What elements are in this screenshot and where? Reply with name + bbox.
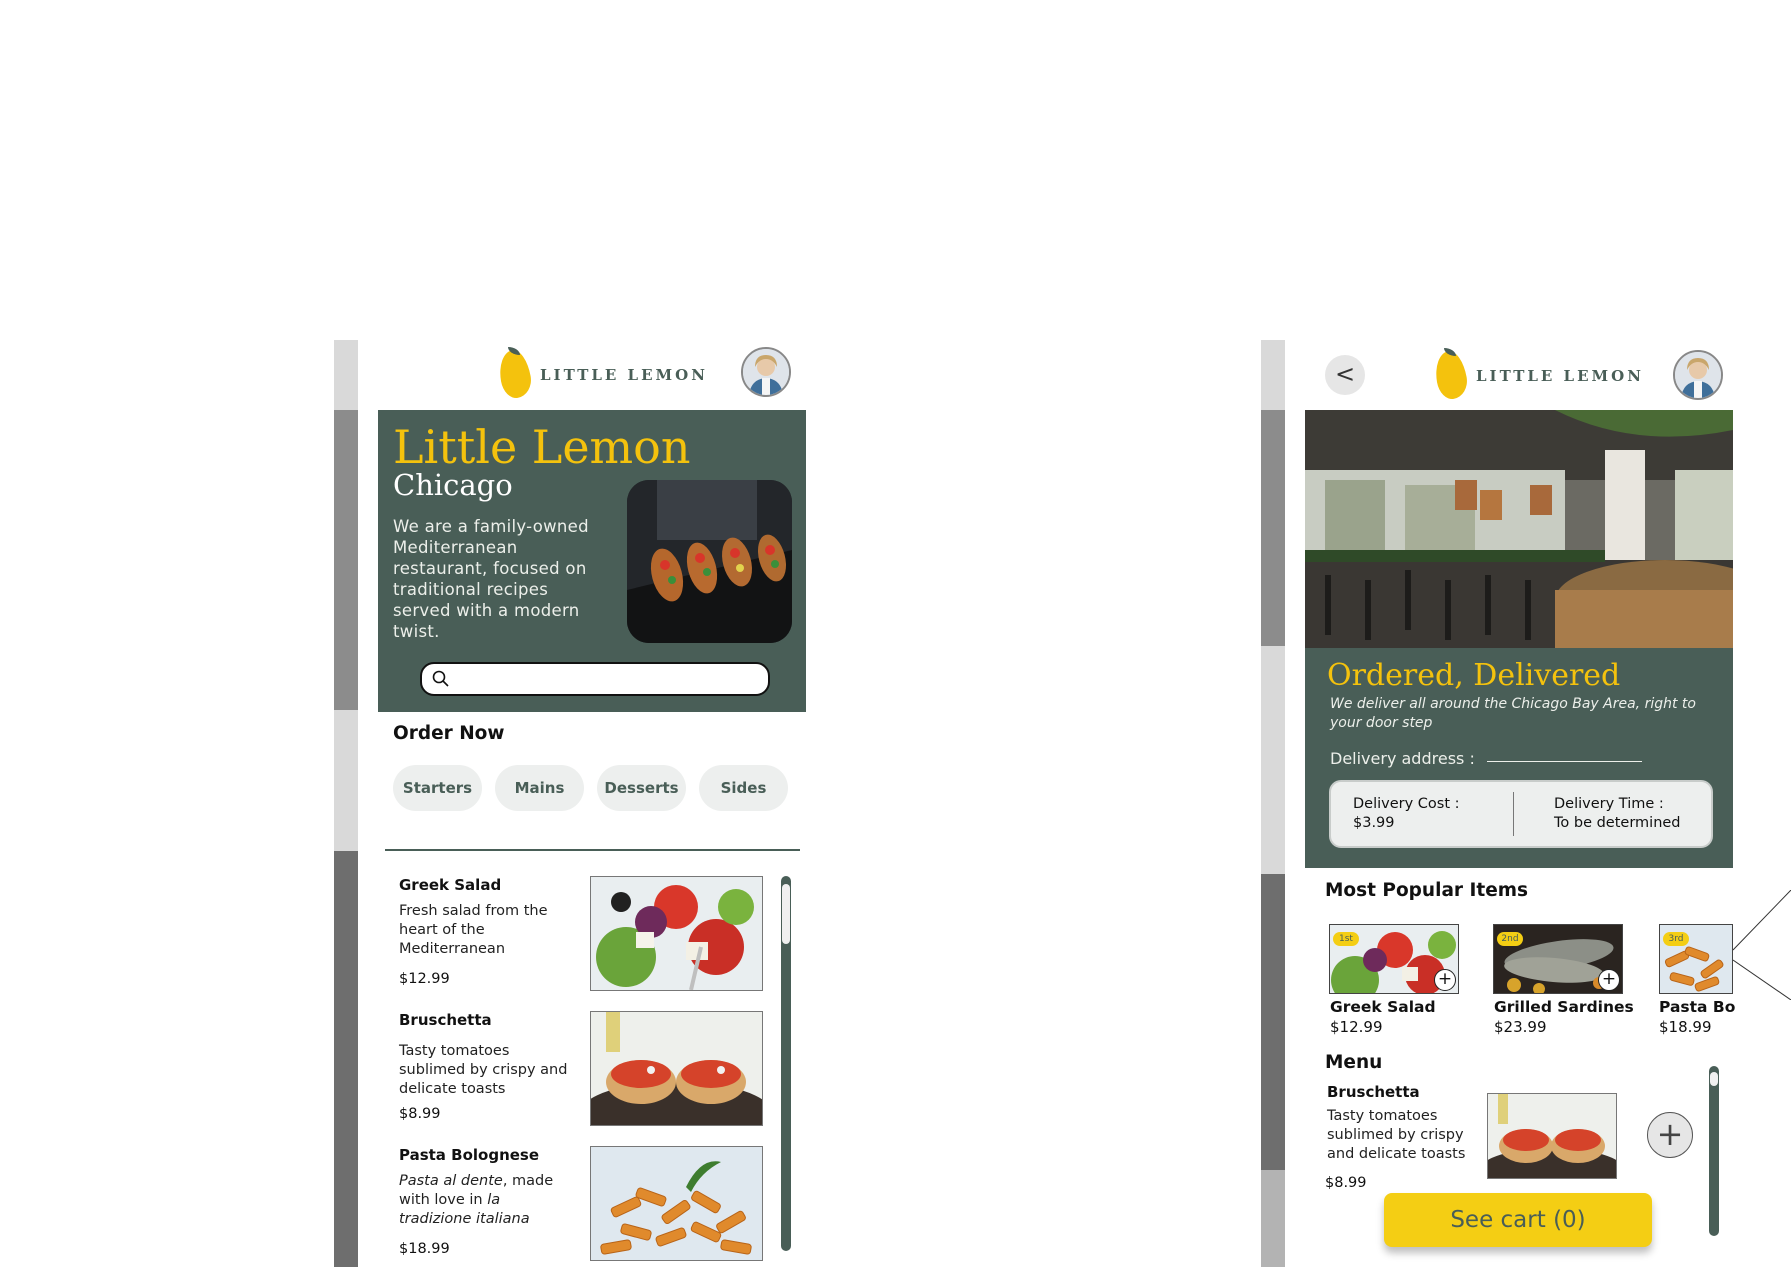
- profile-avatar[interactable]: [1673, 350, 1723, 400]
- add-item-button[interactable]: +: [1598, 969, 1620, 991]
- category-sides-button[interactable]: Sides: [699, 765, 788, 811]
- category-mains-button[interactable]: Mains: [495, 765, 584, 811]
- bruschetta-image: [590, 1011, 763, 1126]
- logo-text: LITTLE LEMON: [540, 366, 708, 384]
- hero-title: Ordered, Delivered: [1327, 658, 1621, 693]
- delivery-info-card: Delivery Cost : $3.99 Delivery Time : To…: [1329, 780, 1713, 848]
- left-hero-banner: Little Lemon Chicago We are a family-own…: [378, 410, 806, 712]
- left-side-strip-mid: [334, 410, 358, 710]
- hero-food-image: [627, 480, 792, 643]
- hero-subtitle: We deliver all around the Chicago Bay Ar…: [1330, 696, 1696, 731]
- item-description-italic: Pasta al dente: [399, 1173, 503, 1189]
- item-description: Fresh salad from the heart of the Medite…: [399, 903, 548, 957]
- pasta-bolognese-image: [590, 1146, 763, 1261]
- chevron-left-icon: <: [1334, 360, 1356, 388]
- right-side-strip-lower: [1261, 646, 1285, 874]
- plus-icon: +: [1437, 969, 1453, 989]
- order-now-heading: Order Now: [393, 723, 505, 744]
- item-description: Pasta al dente, made with love in la tra…: [399, 1172, 574, 1229]
- item-title: Greek Salad: [399, 876, 502, 894]
- hero-title: Little Lemon: [393, 420, 691, 474]
- category-desserts-button[interactable]: Desserts: [597, 765, 686, 811]
- menu-divider: [385, 849, 800, 851]
- popular-item-price: $18.99: [1659, 1018, 1712, 1036]
- left-side-strip-lower: [334, 710, 358, 851]
- most-popular-heading: Most Popular Items: [1325, 880, 1529, 901]
- delivery-time-label: Delivery Time :: [1554, 796, 1664, 812]
- right-side-strip-bottom: [1261, 1170, 1285, 1267]
- item-price: $18.99: [399, 1241, 450, 1257]
- lemon-logo-icon: [496, 347, 534, 401]
- profile-avatar[interactable]: [741, 347, 791, 397]
- menu-scrollbar-thumb[interactable]: [782, 884, 790, 944]
- popular-item-price: $12.99: [1330, 1018, 1383, 1036]
- item-title: Pasta Bolognese: [399, 1146, 540, 1164]
- item-title: Bruschetta: [399, 1011, 492, 1029]
- delivery-address-input[interactable]: [1487, 761, 1642, 762]
- delivery-info-divider: [1513, 792, 1514, 836]
- lemon-logo-icon: [1432, 348, 1470, 402]
- item-price: $8.99: [399, 1106, 441, 1122]
- restaurant-interior-image: [1305, 410, 1733, 649]
- annotation-lines: [1733, 890, 1791, 1000]
- plus-icon: +: [1656, 1115, 1684, 1153]
- hero-subtitle: Chicago: [393, 468, 513, 502]
- right-side-strip-mid: [1261, 410, 1285, 646]
- left-side-strip-top: [334, 340, 358, 410]
- item-description: Tasty tomatoes sublimed by crispy and de…: [1327, 1108, 1466, 1162]
- category-starters-button[interactable]: Starters: [393, 765, 482, 811]
- item-title: Bruschetta: [1327, 1083, 1420, 1101]
- right-side-strip-dark: [1261, 874, 1285, 1170]
- popular-item-name: Pasta Bol: [1659, 998, 1735, 1016]
- hero-description: We are a family-owned Mediterranean rest…: [393, 517, 589, 641]
- popular-item-name: Grilled Sardines: [1494, 998, 1634, 1016]
- see-cart-button[interactable]: See cart (0): [1384, 1193, 1652, 1247]
- search-icon: [432, 670, 449, 687]
- delivery-cost-value: $3.99: [1353, 815, 1395, 831]
- search-input[interactable]: [420, 662, 770, 696]
- back-button[interactable]: <: [1325, 355, 1365, 395]
- menu-scrollbar-thumb[interactable]: [1710, 1072, 1718, 1086]
- avatar-person-icon: [1675, 352, 1721, 398]
- rank-badge: 1st: [1333, 932, 1359, 946]
- item-price: $8.99: [1325, 1175, 1367, 1191]
- popular-item-name: Greek Salad: [1330, 998, 1436, 1016]
- menu-scrollbar[interactable]: [1709, 1066, 1719, 1236]
- right-side-strip-top: [1261, 340, 1285, 410]
- rank-badge: 2nd: [1497, 932, 1523, 946]
- left-side-strip-bottom: [334, 851, 358, 1267]
- item-description: Tasty tomatoes sublimed by crispy and de…: [399, 1043, 568, 1097]
- add-item-button[interactable]: +: [1647, 1112, 1693, 1158]
- delivery-cost-label: Delivery Cost :: [1353, 796, 1460, 812]
- popular-item-price: $23.99: [1494, 1018, 1547, 1036]
- menu-heading: Menu: [1325, 1052, 1383, 1073]
- item-price: $12.99: [399, 971, 450, 987]
- rank-badge: 3rd: [1663, 932, 1689, 946]
- delivery-hero-banner: Ordered, Delivered We deliver all around…: [1305, 648, 1733, 868]
- delivery-time-value: To be determined: [1554, 815, 1681, 831]
- see-cart-label: See cart (0): [1450, 1207, 1586, 1233]
- add-item-button[interactable]: +: [1434, 969, 1456, 991]
- avatar-person-icon: [743, 349, 789, 395]
- greek-salad-image: [590, 876, 763, 991]
- delivery-address-label: Delivery address :: [1330, 749, 1475, 768]
- bruschetta-image: [1487, 1093, 1617, 1179]
- logo-text: LITTLE LEMON: [1476, 367, 1644, 385]
- plus-icon: +: [1601, 969, 1617, 989]
